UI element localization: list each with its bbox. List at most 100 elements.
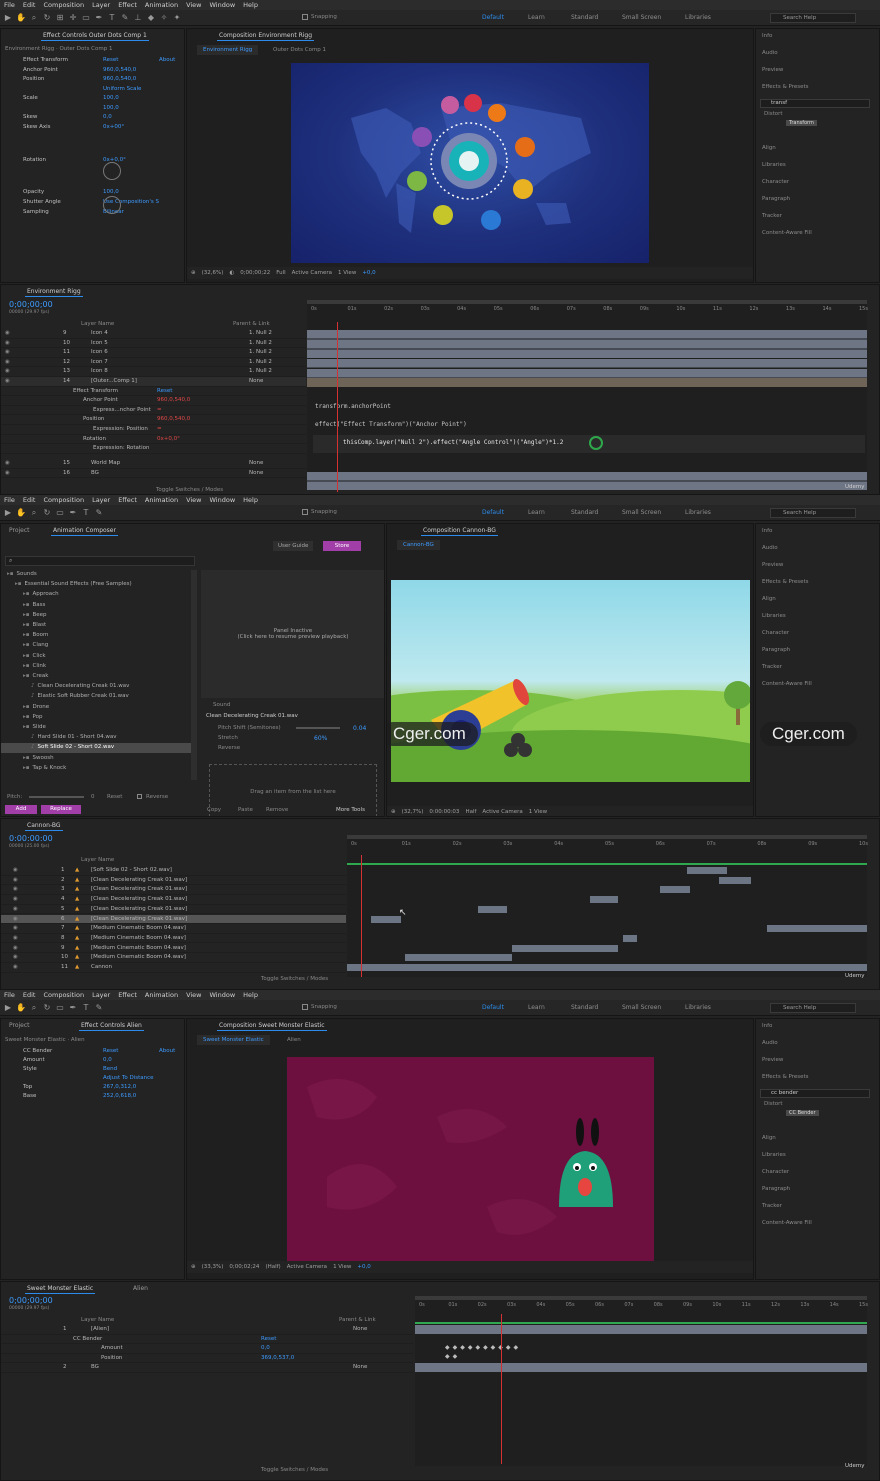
menu-composition[interactable]: Composition — [43, 991, 84, 999]
layer-parent[interactable]: 1. Null 2 — [249, 367, 272, 377]
clip-bar[interactable] — [512, 944, 618, 952]
library-item[interactable]: ▸▪ Drone — [1, 703, 191, 713]
effects-item[interactable]: CC Bender — [786, 1110, 819, 1116]
zoom-level[interactable]: (32,6%) — [202, 270, 224, 276]
clip-bar[interactable] — [347, 964, 867, 971]
zoom-level[interactable]: (32,7%) — [402, 809, 424, 815]
camera-tool-icon[interactable]: ⊞ — [55, 13, 65, 23]
workspace-default[interactable]: Default — [482, 509, 504, 516]
tab-composition[interactable]: Composition Sweet Monster Elastic — [215, 1019, 329, 1033]
library-search-input[interactable]: ⌕ — [5, 556, 195, 566]
layer-name[interactable]: BG — [91, 469, 99, 479]
layer-row[interactable]: ◉ 2 ▲ [Clean Decelerating Creak 01.wav] — [1, 876, 346, 886]
panel-preview[interactable]: Preview — [762, 1057, 783, 1063]
timeline-timecode[interactable]: 0:00:00:00 — [9, 834, 53, 843]
layer-row[interactable]: CC Bender Reset — [1, 1335, 413, 1345]
layer-name[interactable]: [Clean Decelerating Creak 01.wav] — [91, 895, 187, 905]
panel-audio[interactable]: Audio — [762, 1040, 778, 1046]
layer-parent[interactable]: 0,0 — [261, 1344, 270, 1354]
layer-name[interactable]: [Clean Decelerating Creak 01.wav] — [91, 885, 187, 895]
menu-file[interactable]: File — [4, 991, 15, 999]
layer-name[interactable]: Icon 8 — [91, 367, 108, 377]
layer-name[interactable]: [Soft Slide 02 - Short 02.wav] — [91, 866, 172, 876]
more-tools-button[interactable]: More Tools — [336, 807, 365, 813]
rotate-tool-icon[interactable]: ↻ — [42, 13, 52, 23]
remove-button[interactable]: Remove — [266, 807, 288, 813]
tab-composition[interactable]: Composition Cannon-BG — [419, 524, 500, 538]
camera-snapshot-icon[interactable]: ◐ — [229, 270, 234, 276]
workspace-small-screen[interactable]: Small Screen — [622, 509, 661, 516]
layer-row[interactable]: ◉ 1 ▲ [Soft Slide 02 - Short 02.wav] — [1, 866, 346, 876]
comp-subtab-outer-dots[interactable]: Outer Dots Comp 1 — [273, 47, 326, 53]
layer-parent[interactable]: None — [249, 377, 263, 387]
copy-button[interactable]: Copy — [207, 807, 221, 813]
pan-behind-tool-icon[interactable]: ✛ — [68, 13, 78, 23]
type-tool-icon[interactable]: T — [107, 13, 117, 23]
timeline-timecode[interactable]: 0;00;00;00 — [9, 300, 53, 309]
selection-tool-icon[interactable]: ▶ — [3, 508, 13, 518]
visibility-eye-icon[interactable]: ◉ — [13, 944, 18, 954]
visibility-eye-icon[interactable]: ◉ — [13, 963, 18, 973]
panel-info[interactable]: Info — [762, 1023, 772, 1029]
type-tool-icon[interactable]: T — [81, 1003, 91, 1013]
amount-keyframes[interactable]: ◆◆◆◆◆◆◆◆◆◆ — [445, 1344, 521, 1351]
property-row[interactable]: Expression: Rotation — [1, 444, 306, 454]
menu-layer[interactable]: Layer — [92, 991, 110, 999]
clip-bar[interactable] — [660, 886, 690, 894]
panel-paragraph[interactable]: Paragraph — [762, 1186, 790, 1192]
layer-name[interactable]: BG — [91, 1363, 99, 1373]
workspace-small-screen[interactable]: Small Screen — [622, 1004, 661, 1011]
layer-row[interactable]: ◉ 15 World Map None — [1, 459, 306, 469]
view-count-select[interactable]: 1 View — [333, 1264, 351, 1270]
position-keyframes[interactable]: ◆◆ — [445, 1353, 460, 1360]
toggle-switches[interactable]: Toggle Switches / Modes — [261, 1467, 328, 1473]
library-item[interactable]: ▸▪ Slide — [1, 723, 191, 733]
layer-parent[interactable]: None — [353, 1363, 367, 1373]
work-area-bar[interactable] — [307, 300, 867, 304]
comp-subtab-environment-rigg[interactable]: Environment Rigg — [197, 45, 259, 55]
menu-layer[interactable]: Layer — [92, 496, 110, 504]
clip-bar[interactable] — [687, 867, 727, 874]
library-item[interactable]: ▸▪ Creak — [1, 672, 191, 682]
layer-row[interactable]: ◉ 10 Icon 5 1. Null 2 — [1, 339, 306, 349]
layer-name[interactable]: Cannon — [91, 963, 112, 973]
property-row[interactable]: Rotation 0x+0,0° — [1, 435, 306, 445]
comp-subtab-sweet-monster[interactable]: Sweet Monster Elastic — [197, 1035, 270, 1045]
viewer-canvas-cannon[interactable] — [391, 580, 750, 782]
ec-row-value[interactable]: 252,0,618,0 — [103, 1092, 136, 1102]
active-camera-select[interactable]: Active Camera — [482, 809, 522, 815]
clip-bar[interactable] — [405, 954, 512, 962]
zoom-level[interactable]: (33,3%) — [202, 1264, 224, 1270]
library-item[interactable]: ▸▪ Bass — [1, 601, 191, 611]
workspace-libraries[interactable]: Libraries — [685, 1004, 711, 1011]
panel-content-aware-fill[interactable]: Content-Aware Fill — [762, 1220, 812, 1226]
layer-row[interactable]: ◉ 10 ▲ [Medium Cinematic Boom 04.wav] — [1, 953, 346, 963]
view-count-select[interactable]: 1 View — [338, 270, 356, 276]
active-camera-select[interactable]: Active Camera — [292, 270, 332, 276]
layer-name[interactable]: Icon 7 — [91, 358, 108, 368]
workspace-libraries[interactable]: Libraries — [685, 509, 711, 516]
property-row[interactable]: Effect Transform Reset — [1, 387, 306, 397]
layer-parent[interactable]: 1. Null 2 — [249, 348, 272, 358]
roto-tool-icon[interactable]: ✧ — [159, 13, 169, 23]
preview-area[interactable]: Panel Inactive (Click here to resume pre… — [201, 570, 384, 698]
tab-effect-controls[interactable]: Effect Controls Alien — [77, 1019, 146, 1033]
library-item[interactable]: ▸▪ Boom — [1, 631, 191, 641]
pitch-reset-button[interactable]: Reset — [107, 794, 122, 800]
store-button[interactable]: Store — [323, 541, 361, 551]
library-scrollbar[interactable] — [191, 570, 197, 780]
library-item[interactable]: ▸▪ Essential Sound Effects (Free Samples) — [1, 580, 191, 590]
workspace-learn[interactable]: Learn — [528, 14, 545, 21]
layer-parent[interactable]: 1. Null 2 — [249, 339, 272, 349]
view-count-select[interactable]: 1 View — [529, 809, 547, 815]
layer-name[interactable]: Icon 5 — [91, 339, 108, 349]
hand-tool-icon[interactable]: ✋ — [16, 13, 26, 23]
selection-tool-icon[interactable]: ▶ — [3, 1003, 13, 1013]
effects-category-distort[interactable]: Distort — [764, 1101, 783, 1107]
clip-bar[interactable] — [623, 934, 637, 942]
ec-row-value[interactable]: 100,0 — [103, 94, 119, 104]
clip-bar[interactable] — [371, 915, 401, 923]
pen-tool-icon[interactable]: ✒ — [68, 508, 78, 518]
magnify-icon[interactable]: ⊕ — [391, 809, 396, 815]
type-tool-icon[interactable]: T — [81, 508, 91, 518]
